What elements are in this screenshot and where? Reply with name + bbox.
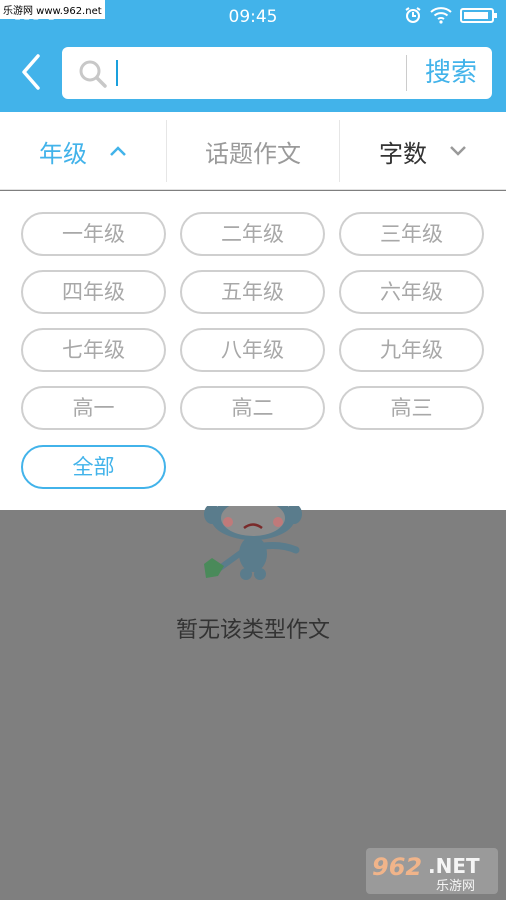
chevron-left-icon — [22, 54, 40, 90]
wifi-icon — [430, 7, 452, 24]
watermark-logo: 962 .NET 乐游网 — [366, 848, 498, 894]
grade-chip[interactable]: 七年级 — [21, 328, 166, 372]
svg-text:962: 962 — [372, 853, 422, 881]
search-divider — [406, 55, 407, 91]
search-box: 搜索 — [62, 47, 492, 99]
search-button[interactable]: 搜索 — [412, 55, 490, 91]
grade-chip[interactable]: 高三 — [339, 386, 484, 430]
status-bar: ▮▮▮ ▯ 09:45 乐游网 www.962.net — [0, 0, 506, 34]
grade-chip[interactable]: 五年级 — [180, 270, 325, 314]
filter-tab-label: 话题作文 — [205, 139, 301, 168]
filter-tab-wordcount[interactable]: 字数 — [340, 112, 506, 190]
filter-tab-topic[interactable]: 话题作文 — [167, 112, 339, 190]
filter-tab-label: 年级 — [39, 139, 87, 168]
grade-chip[interactable]: 高二 — [180, 386, 325, 430]
grade-chip[interactable]: 九年级 — [339, 328, 484, 372]
battery-icon — [460, 7, 497, 23]
grade-chip[interactable]: 八年级 — [180, 328, 325, 372]
search-icon — [79, 60, 107, 88]
grade-chip[interactable]: 一年级 — [21, 212, 166, 256]
empty-mascot-illustration — [204, 506, 302, 580]
filter-tab-label: 字数 — [379, 139, 427, 168]
status-right-icons — [404, 6, 497, 24]
chevron-down-icon — [450, 146, 466, 156]
grade-chip[interactable]: 二年级 — [180, 212, 325, 256]
watermark-top-left: 乐游网 www.962.net — [0, 0, 105, 19]
grade-chip-all[interactable]: 全部 — [21, 445, 166, 489]
filter-bar: 年级 话题作文 字数 — [0, 112, 506, 190]
empty-state-message: 暂无该类型作文 — [175, 618, 330, 643]
grade-dropdown-panel: 一年级 二年级 三年级 四年级 五年级 六年级 七年级 八年级 九年级 高一 高… — [0, 191, 506, 510]
header-bar: 搜索 — [0, 34, 506, 112]
alarm-icon — [405, 7, 421, 23]
svg-text:.NET: .NET — [428, 854, 480, 878]
grade-chip[interactable]: 三年级 — [339, 212, 484, 256]
grade-chip[interactable]: 六年级 — [339, 270, 484, 314]
filter-tab-grade[interactable]: 年级 — [0, 112, 166, 190]
search-input[interactable] — [122, 55, 402, 91]
svg-text:乐游网: 乐游网 — [436, 879, 475, 894]
text-caret — [116, 60, 118, 86]
grade-chip[interactable]: 高一 — [21, 386, 166, 430]
grade-chip[interactable]: 四年级 — [21, 270, 166, 314]
back-button[interactable] — [16, 52, 46, 92]
chevron-up-icon — [110, 146, 126, 156]
